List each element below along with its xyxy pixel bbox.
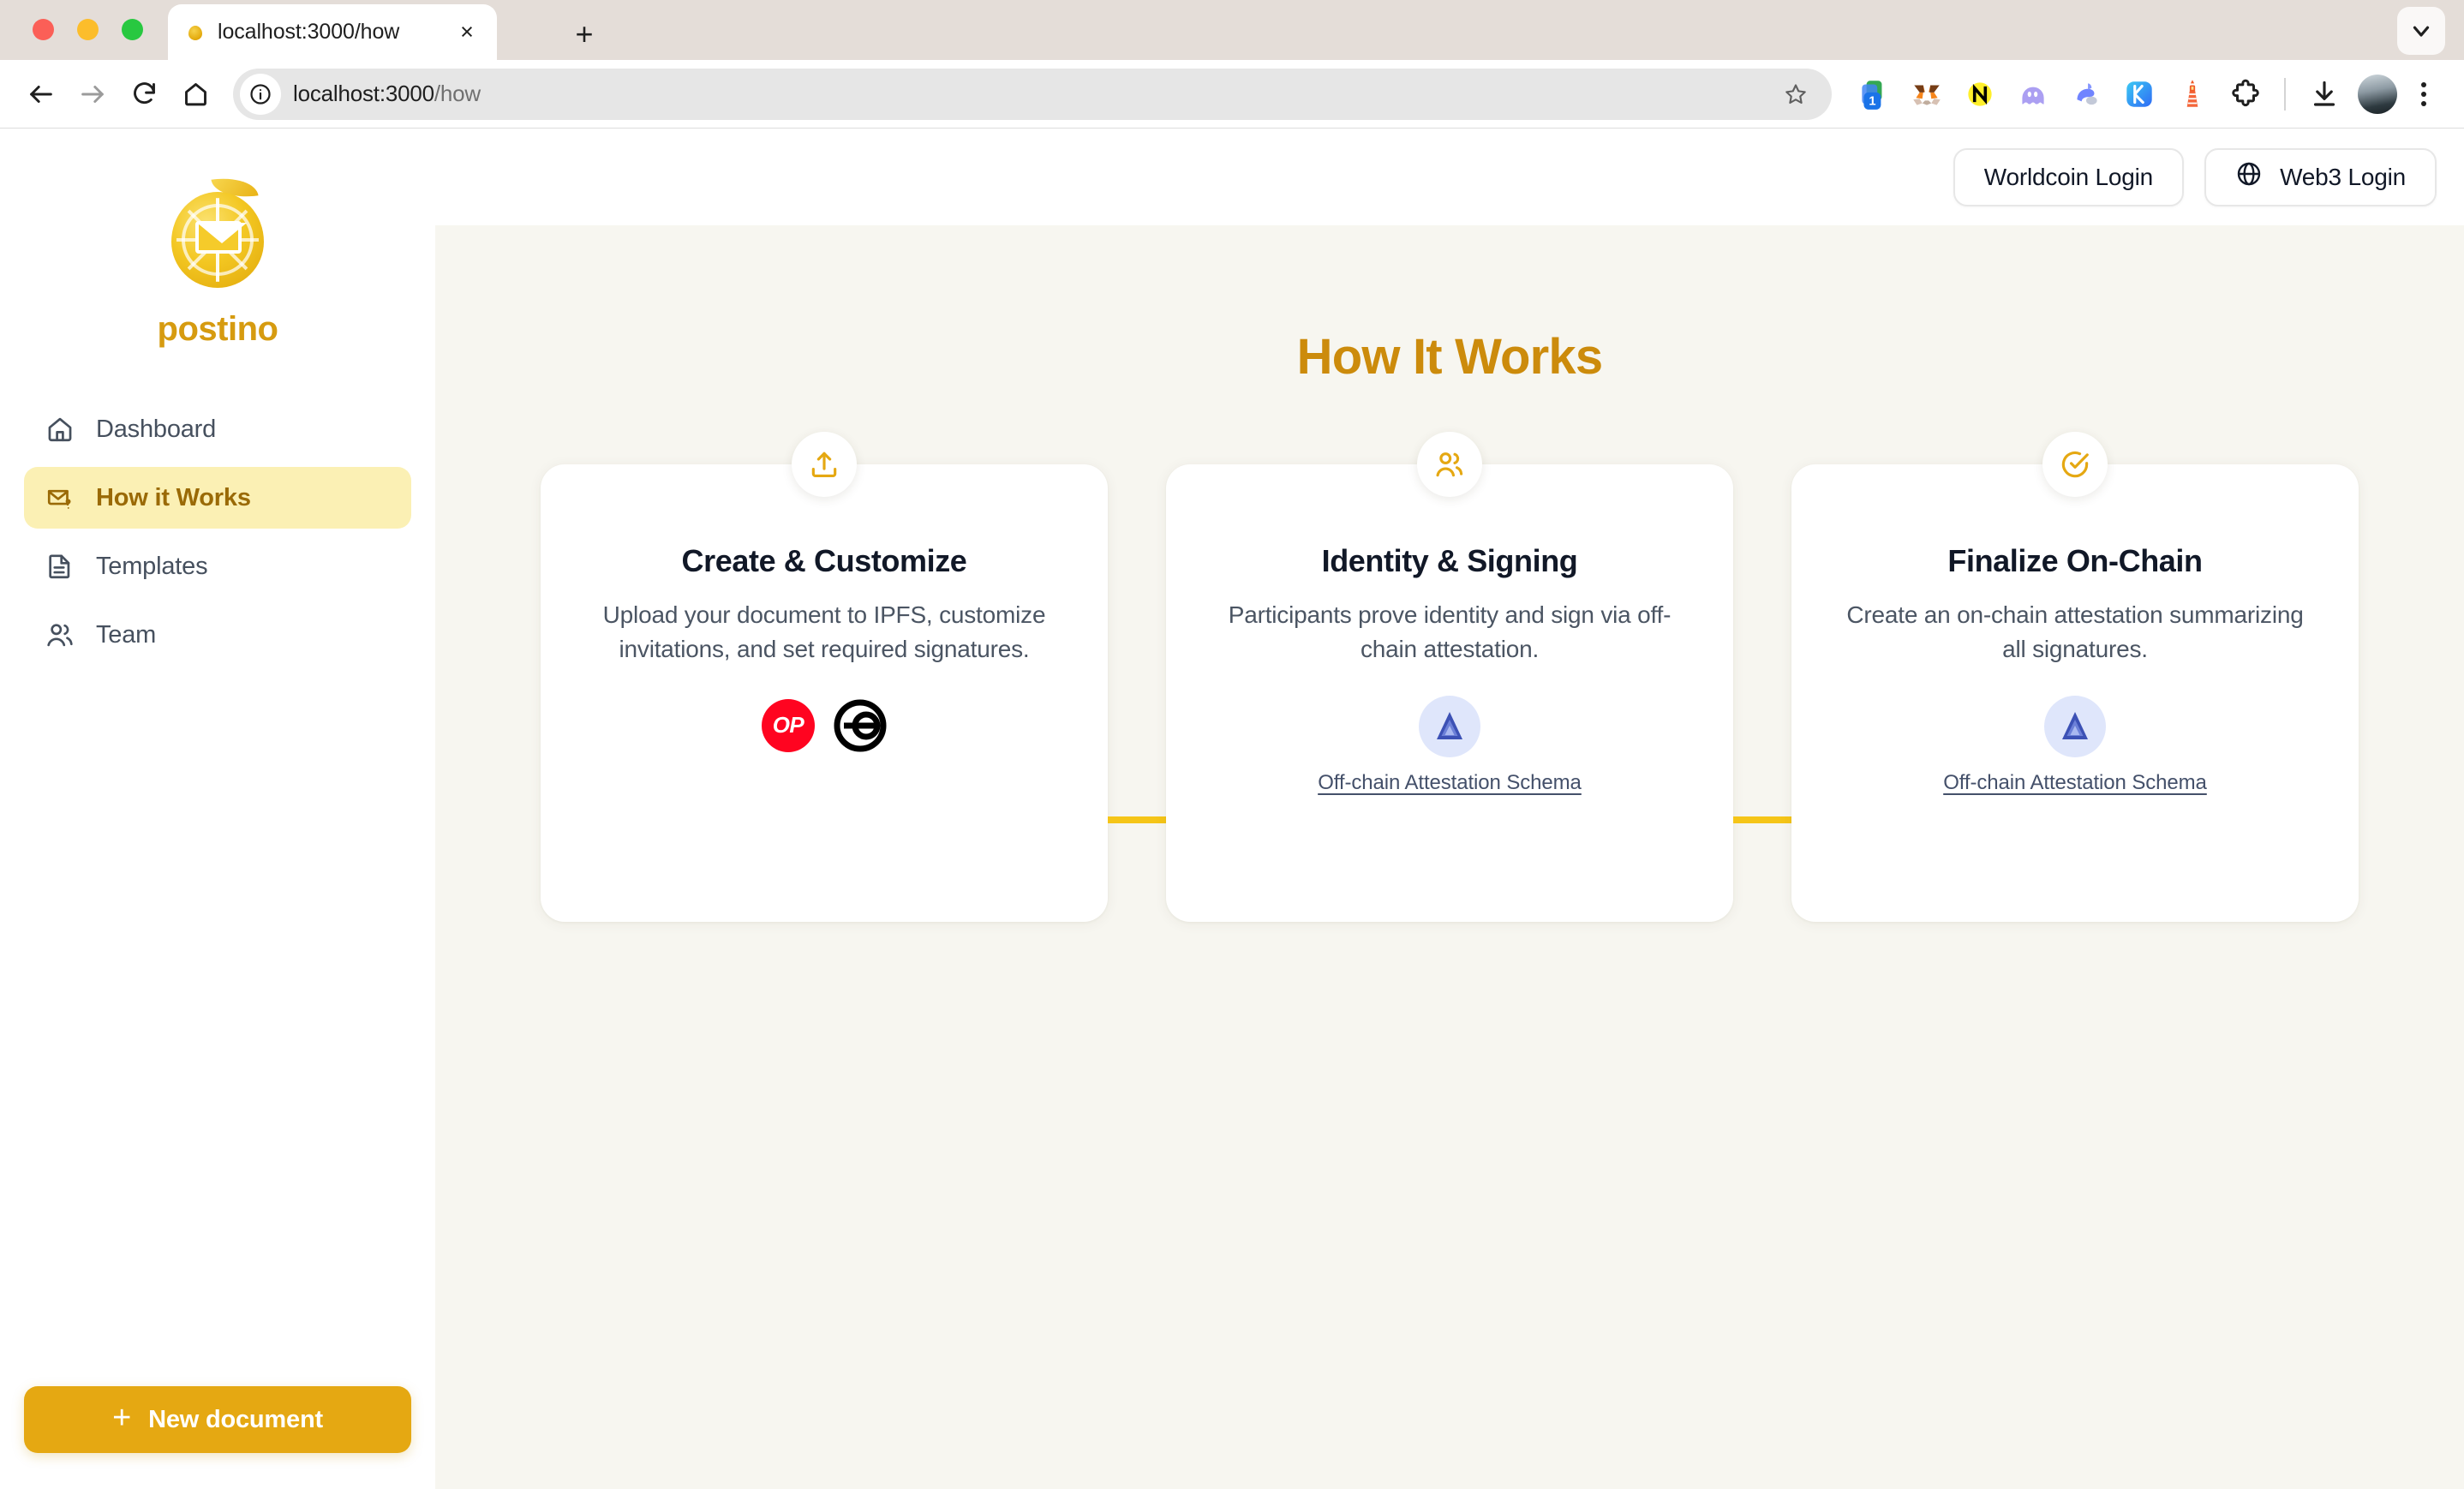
sidebar-item-how-it-works[interactable]: How it Works xyxy=(24,467,411,529)
users-icon xyxy=(1417,432,1482,497)
new-document-wrapper: + New document xyxy=(0,1386,435,1489)
upload-icon xyxy=(792,432,857,497)
step-connector xyxy=(1733,816,1791,823)
browser-toolbar: localhost:3000/how 1 xyxy=(0,60,2464,129)
browser-window: localhost:3000/how × + localhost:3000/ho… xyxy=(0,0,2464,1489)
forward-icon[interactable] xyxy=(67,69,118,120)
mail-question-icon xyxy=(45,482,75,513)
maximize-window-button[interactable] xyxy=(122,19,143,40)
brand-block[interactable]: postino xyxy=(0,173,435,349)
plus-icon: + xyxy=(112,1400,132,1436)
web3-login-label: Web3 Login xyxy=(2280,163,2406,190)
card-description: Create an on-chain attestation summarizi… xyxy=(1846,601,2304,662)
step-connector xyxy=(1108,816,1166,823)
step-card-identity-signing: Identity & Signing Participants prove id… xyxy=(1166,432,1733,922)
sidebar-nav: Dashboard How it Works Templates Team xyxy=(0,398,435,666)
minimize-window-button[interactable] xyxy=(77,19,99,40)
address-bar[interactable]: localhost:3000/how xyxy=(233,68,1832,120)
postino-lemon-envelope-logo xyxy=(164,173,271,293)
phantom-wallet-extension-icon[interactable] xyxy=(2006,68,2060,121)
brand-name: postino xyxy=(157,310,278,348)
main-area: Worldcoin Login Web3 Login How It Works xyxy=(435,129,2464,1489)
card-title: Create & Customize xyxy=(681,543,967,578)
browser-titlebar: localhost:3000/how × + xyxy=(0,0,2464,60)
chevron-down-icon[interactable] xyxy=(2397,7,2445,55)
page-title: How It Works xyxy=(1296,329,1604,385)
toolbar-divider xyxy=(2284,77,2286,111)
off-chain-attestation-schema-link[interactable]: Off-chain Attestation Schema xyxy=(1318,771,1582,795)
lighthouse-extension-icon[interactable] xyxy=(2166,68,2219,121)
extensions-puzzle-icon[interactable] xyxy=(2219,68,2272,121)
steps-row: Create & Customize Upload your document … xyxy=(435,432,2464,922)
svg-text:1: 1 xyxy=(1869,94,1875,108)
globe-icon xyxy=(2235,160,2263,194)
off-chain-attestation-schema-link[interactable]: Off-chain Attestation Schema xyxy=(1943,771,2207,795)
new-document-button[interactable]: + New document xyxy=(24,1386,411,1453)
check-circle-icon xyxy=(2042,432,2108,497)
card-title: Identity & Signing xyxy=(1321,543,1578,578)
site-info-icon[interactable] xyxy=(240,73,281,115)
card-logos: OP xyxy=(762,698,887,752)
sidebar-item-templates[interactable]: Templates xyxy=(24,535,411,597)
step-card-create-customize: Create & Customize Upload your document … xyxy=(541,432,1108,922)
extensions-row: 1 xyxy=(1847,68,2443,121)
step-card-finalize-on-chain: Finalize On-Chain Create an on-chain att… xyxy=(1791,432,2359,922)
optimism-logo[interactable]: OP xyxy=(762,698,815,752)
sidebar-item-dashboard[interactable]: Dashboard xyxy=(24,398,411,460)
home-icon xyxy=(45,414,75,445)
eas-logo[interactable] xyxy=(1418,695,1480,757)
window-controls xyxy=(33,19,143,40)
tab-title: localhost:3000/how xyxy=(218,20,400,44)
sidebar-item-label: Team xyxy=(96,620,157,649)
close-icon[interactable]: × xyxy=(452,18,481,47)
card-description: Participants prove identity and sign via… xyxy=(1228,601,1672,662)
rabby-wallet-extension-icon[interactable] xyxy=(2060,68,2113,121)
keplr-wallet-extension-icon[interactable] xyxy=(2113,68,2166,121)
sidebar-item-team[interactable]: Team xyxy=(24,604,411,666)
users-icon xyxy=(45,619,75,650)
worldcoin-login-label: Worldcoin Login xyxy=(1983,163,2154,190)
app-sidebar: postino Dashboard How it Works Templates… xyxy=(0,129,435,1489)
downloads-icon[interactable] xyxy=(2298,68,2351,121)
page-canvas: How It Works Create & Customize Upload y… xyxy=(435,225,2464,1489)
card-title: Finalize On-Chain xyxy=(1947,543,2203,578)
close-window-button[interactable] xyxy=(33,19,54,40)
attestation-block: Off-chain Attestation Schema xyxy=(1943,695,2207,795)
new-tab-button[interactable]: + xyxy=(565,15,603,53)
app-topbar: Worldcoin Login Web3 Login xyxy=(435,129,2464,225)
bookmark-star-icon[interactable] xyxy=(1779,77,1813,111)
eas-logo[interactable] xyxy=(2043,695,2106,757)
browser-tab[interactable]: localhost:3000/how × xyxy=(168,4,497,60)
clipboard-extension-icon[interactable]: 1 xyxy=(1847,68,1900,121)
avatar[interactable] xyxy=(2351,68,2404,121)
web3-login-button[interactable]: Web3 Login xyxy=(2204,147,2437,206)
url-host: localhost:3000 xyxy=(293,81,434,106)
worldcoin-login-button[interactable]: Worldcoin Login xyxy=(1953,147,2185,206)
sidebar-item-label: Dashboard xyxy=(96,415,217,443)
home-icon[interactable] xyxy=(170,69,221,120)
attestation-block: Off-chain Attestation Schema xyxy=(1318,695,1582,795)
reload-icon[interactable] xyxy=(118,69,170,120)
card-description: Upload your document to IPFS, customize … xyxy=(602,601,1046,662)
url-text: localhost:3000/how xyxy=(293,81,481,107)
web-page: postino Dashboard How it Works Templates… xyxy=(0,129,2464,1489)
nounsdao-extension-icon[interactable] xyxy=(1953,68,2006,121)
url-path: /how xyxy=(434,81,481,106)
worldcoin-logo[interactable] xyxy=(834,699,887,752)
back-icon[interactable] xyxy=(15,69,67,120)
lemon-favicon xyxy=(187,23,204,42)
sidebar-item-label: How it Works xyxy=(96,483,251,511)
document-icon xyxy=(45,551,75,582)
metamask-extension-icon[interactable] xyxy=(1900,68,1953,121)
sidebar-item-label: Templates xyxy=(96,552,208,580)
browser-menu-icon[interactable] xyxy=(2404,75,2443,114)
new-document-label: New document xyxy=(148,1405,323,1433)
